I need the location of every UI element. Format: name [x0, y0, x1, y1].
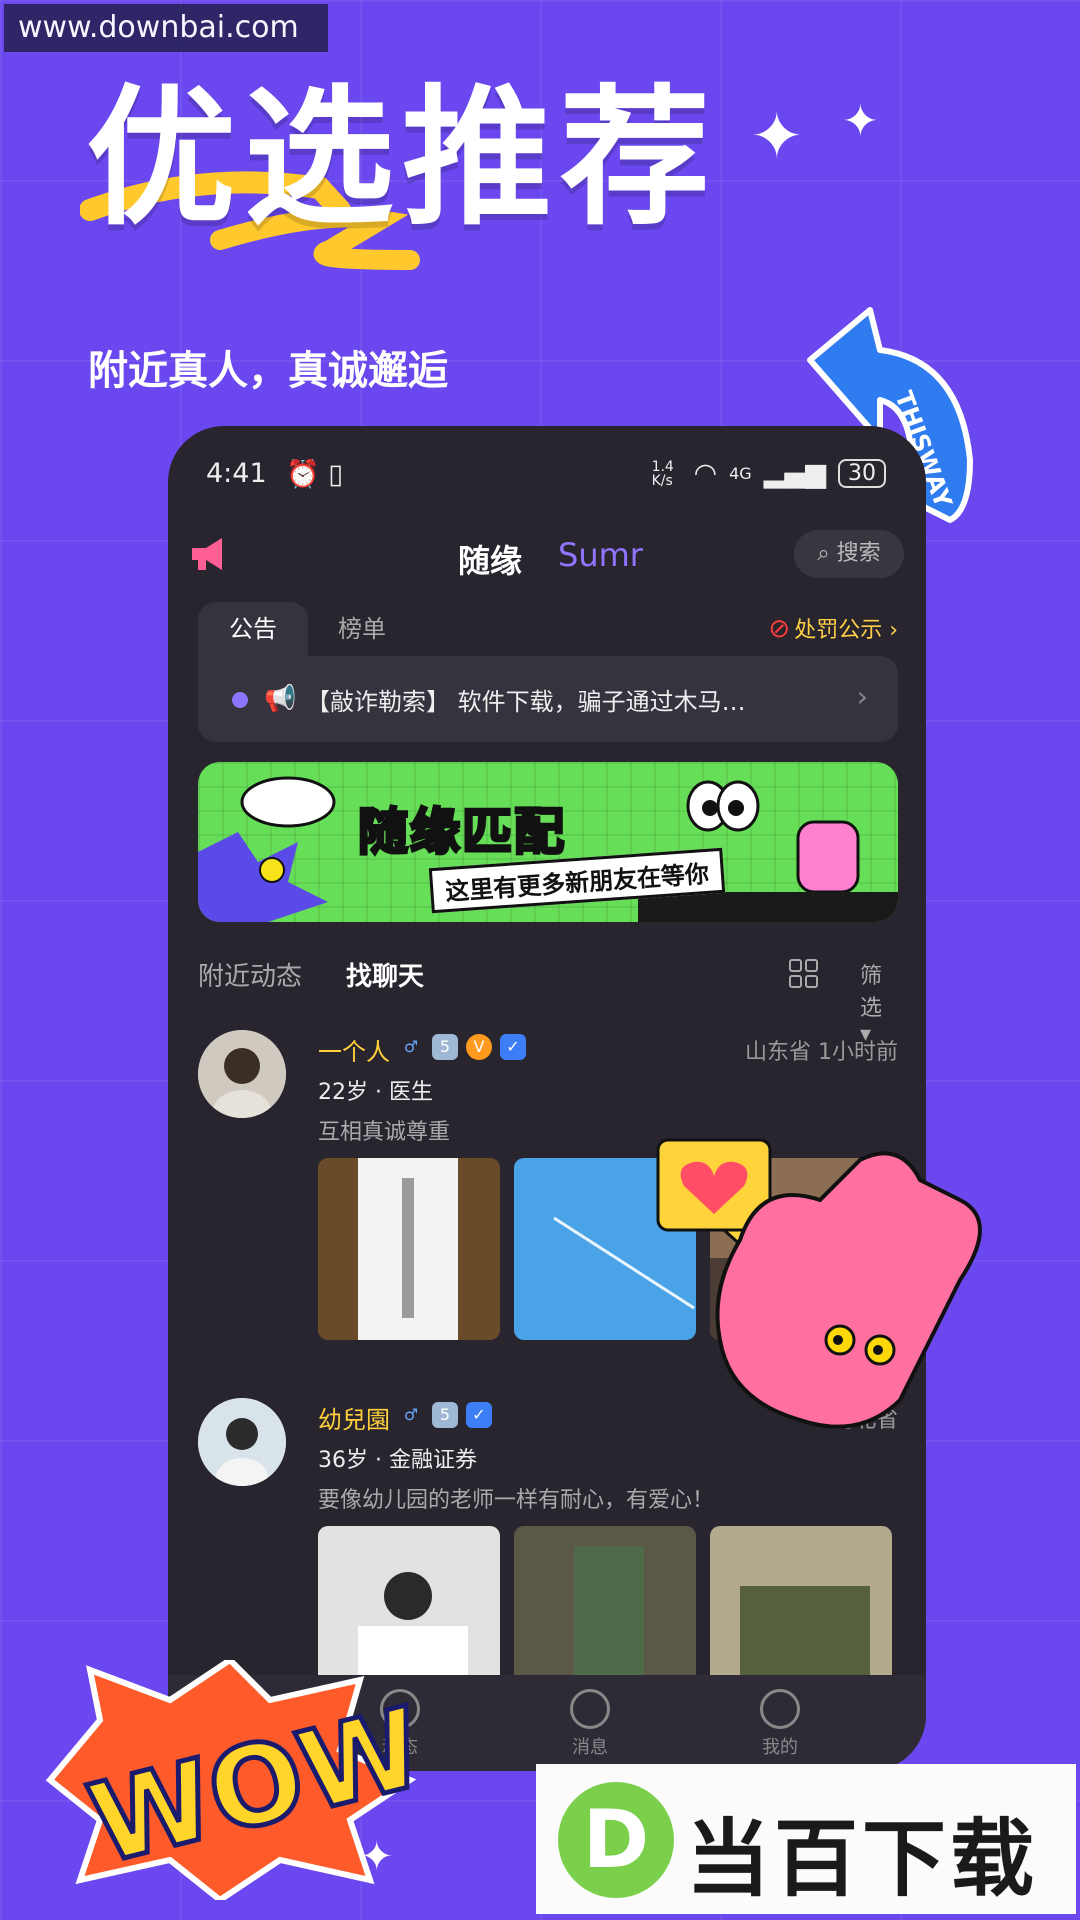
- top-bar: 随缘 Sumr ⌕ 搜索: [168, 526, 926, 596]
- chevron-right-icon: ›: [882, 618, 898, 643]
- status-bar: 4:41 ⏰ ▯ 1.4 K/s ◠ 4G ▂▄▆ 30: [206, 458, 886, 498]
- male-icon: ♂: [403, 1037, 419, 1056]
- search-label: 搜索: [836, 541, 881, 566]
- download-watermark-text: 当百下载: [686, 1810, 1039, 1908]
- user-meta: 36岁 · 金融证券: [318, 1448, 477, 1473]
- brand-title: 随缘: [458, 542, 523, 580]
- verified-badge-icon: ✓: [500, 1034, 526, 1060]
- location: 山东省: [744, 1040, 811, 1065]
- notice-panel: 公告 榜单 ⊘ 处罚公示 › 📢 【敲诈勒索】 软件下载，骗子通过木马… ›: [198, 602, 898, 742]
- alarm-icon: ⏰ ▯: [286, 459, 344, 490]
- sparkle-icon: ✦: [360, 1834, 394, 1880]
- feed-tabs: 附近动态 找聊天 筛选 ▾: [198, 956, 898, 1047]
- search-icon: ⌕: [817, 541, 837, 566]
- penalty-label: 处罚公示: [794, 618, 883, 643]
- grid-view-icon[interactable]: [788, 958, 820, 990]
- wow-sticker: WOW ✦: [45, 1660, 430, 1900]
- subheadline: 附近真人，真诚邂逅: [88, 348, 448, 394]
- user-badges: ♂ 5 ✓: [398, 1402, 492, 1428]
- network-type: 4G: [729, 464, 752, 483]
- post-photo[interactable]: [318, 1158, 500, 1340]
- phone-screen: 4:41 ⏰ ▯ 1.4 K/s ◠ 4G ▂▄▆ 30 随缘 Sumr ⌕ 搜…: [168, 426, 926, 1771]
- user-badges: ♂ 5 V ✓: [398, 1034, 526, 1060]
- avatar[interactable]: [198, 1030, 286, 1118]
- message-icon: [570, 1689, 610, 1729]
- download-watermark: D 当百下载: [536, 1764, 1076, 1914]
- sparkle-icon-small: ✦: [842, 96, 879, 147]
- tab-me[interactable]: 我的: [740, 1689, 820, 1759]
- verified-badge-icon: ✓: [466, 1402, 492, 1428]
- notice-text: 【敲诈勒索】 软件下载，骗子通过木马…: [306, 688, 746, 716]
- tab-ranking[interactable]: 榜单: [338, 602, 386, 656]
- vip-badge-icon: V: [466, 1034, 492, 1060]
- profile-icon: [760, 1689, 800, 1729]
- avatar[interactable]: [198, 1398, 286, 1486]
- level-badge: 5: [432, 1402, 458, 1428]
- unread-dot: [232, 692, 248, 708]
- megaphone-icon[interactable]: [188, 532, 232, 576]
- wifi-icon: ◠: [693, 458, 718, 489]
- speaker-icon: 📢: [264, 684, 297, 714]
- user-bio: 互相真诚尊重: [318, 1120, 451, 1145]
- battery-level: 30: [838, 459, 886, 488]
- status-time: 4:41: [206, 458, 267, 489]
- post-time: 1小时前: [818, 1040, 898, 1065]
- site-watermark: www.downbai.com: [4, 4, 328, 52]
- tab-nearby[interactable]: 附近动态: [198, 956, 302, 993]
- ban-icon: ⊘: [768, 614, 791, 644]
- user-bio: 要像幼儿园的老师一样有耐心，有爱心！: [318, 1488, 715, 1513]
- tab-chat[interactable]: 找聊天: [346, 956, 424, 993]
- banner-title: 随缘匹配: [357, 802, 566, 863]
- download-logo: D: [558, 1782, 674, 1898]
- notice-item[interactable]: 📢 【敲诈勒索】 软件下载，骗子通过木马… ›: [198, 656, 898, 742]
- brand-en: Sumr: [558, 536, 643, 574]
- match-banner[interactable]: 随缘匹配 这里有更多新朋友在等你: [198, 762, 898, 922]
- hand-character-sticker: [715, 1151, 982, 1429]
- sparkle-icon: ✦: [750, 100, 804, 174]
- tab-messages[interactable]: 消息: [550, 1689, 630, 1759]
- headline: 优选推荐: [86, 72, 719, 246]
- net-speed: 1.4 K/s: [651, 458, 674, 489]
- level-badge: 5: [432, 1034, 458, 1060]
- user-meta: 22岁 · 医生: [318, 1080, 433, 1105]
- penalty-link[interactable]: ⊘ 处罚公示 ›: [768, 606, 898, 654]
- tab-me-label: 我的: [762, 1737, 798, 1758]
- chevron-right-icon: ›: [856, 680, 868, 713]
- male-icon: ♂: [403, 1405, 419, 1424]
- tab-messages-label: 消息: [572, 1737, 608, 1758]
- user-name[interactable]: 幼兒園: [318, 1400, 390, 1435]
- signal-icon: ▂▄▆: [763, 458, 826, 489]
- tab-announcement[interactable]: 公告: [198, 602, 308, 656]
- filter-label: 筛选: [860, 964, 883, 1021]
- user-name[interactable]: 一个人: [318, 1032, 390, 1067]
- location-time: 山东省 1小时前: [745, 1034, 898, 1066]
- search-button[interactable]: ⌕ 搜索: [794, 530, 904, 578]
